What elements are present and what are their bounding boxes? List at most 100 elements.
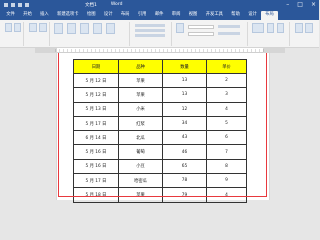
- minimize-icon[interactable]: –: [286, 1, 289, 8]
- tab-5[interactable]: 设计: [100, 11, 117, 20]
- delete-icon[interactable]: [54, 23, 63, 34]
- autosave-icon[interactable]: [4, 2, 8, 7]
- window-controls: – □ ×: [286, 1, 316, 8]
- table-cell[interactable]: 红浆: [118, 115, 163, 132]
- sort-icon[interactable]: [295, 23, 303, 33]
- table-row: 5 月 12 日苹果 13 2: [73, 72, 247, 89]
- table-cell[interactable]: 北瓜: [118, 130, 163, 146]
- insert-right-icon[interactable]: [106, 23, 115, 34]
- table-cell[interactable]: 5 月 13 日: [73, 101, 119, 117]
- table-cell[interactable]: 6 月 14 日: [73, 130, 119, 146]
- tab-2[interactable]: 插入: [36, 11, 53, 20]
- tab-4[interactable]: 绘图: [83, 11, 100, 20]
- ruler-left-margin: [35, 48, 57, 53]
- gridlines-icon[interactable]: [14, 23, 21, 32]
- header-date[interactable]: 日期: [73, 59, 119, 74]
- width-spin-input[interactable]: [188, 32, 214, 36]
- merge-cells-icon[interactable]: [135, 24, 165, 27]
- table-cell[interactable]: 5 月 12 日: [73, 72, 119, 89]
- cell-margins-icon[interactable]: [277, 23, 284, 33]
- ribbon-group-cell-size: [174, 22, 248, 46]
- tab-14[interactable]: 布局: [261, 11, 279, 20]
- save-icon[interactable]: [11, 2, 15, 7]
- table-cell[interactable]: 12: [162, 101, 207, 117]
- ribbon-group-alignment: [250, 22, 290, 46]
- maximize-icon[interactable]: □: [297, 1, 303, 8]
- ribbon-toolbar: [0, 20, 319, 48]
- tab-13[interactable]: 设计: [244, 11, 261, 20]
- table-row: 5 月 13 日小米 12 4: [73, 101, 247, 117]
- align-grid-icon[interactable]: [252, 23, 264, 33]
- ribbon-group-draw: [26, 22, 50, 46]
- table-cell[interactable]: 3: [206, 87, 247, 103]
- table-row: 6 月 14 日北瓜 43 6: [73, 130, 247, 146]
- table-cell[interactable]: 5 月 16 日: [73, 144, 119, 160]
- draw-table-icon[interactable]: [29, 23, 37, 32]
- autofit-icon[interactable]: [176, 23, 184, 33]
- select-icon[interactable]: [5, 23, 12, 32]
- distribute-rows-icon[interactable]: [218, 25, 240, 28]
- height-spin-input[interactable]: [188, 25, 214, 29]
- table-cell[interactable]: 5 月 17 日: [73, 173, 119, 189]
- insert-left-icon[interactable]: [93, 23, 102, 34]
- quick-access-toolbar: [4, 2, 29, 7]
- tab-1[interactable]: 开始: [19, 11, 36, 20]
- tab-8[interactable]: 邮件: [151, 11, 168, 20]
- table-cell[interactable]: 葡萄: [118, 144, 163, 160]
- table-cell[interactable]: 4: [206, 101, 247, 117]
- tab-9[interactable]: 审阅: [168, 11, 185, 20]
- table-cell[interactable]: 78: [162, 173, 207, 189]
- table-cell[interactable]: 6: [206, 130, 247, 146]
- table-cell[interactable]: 13: [162, 87, 207, 103]
- ribbon-tabs: 文件 开始 插入 新建选项卡 绘图 设计 布局 引用 邮件 审阅 视图 开发工具 帮助 设计 布局: [0, 9, 319, 20]
- table-cell[interactable]: 65: [162, 158, 207, 175]
- table-cell[interactable]: 7: [206, 144, 247, 160]
- table-cell[interactable]: 8: [206, 158, 247, 175]
- table-cell[interactable]: 13: [162, 72, 207, 89]
- header-unit-price[interactable]: 单价: [206, 59, 247, 74]
- table-cell[interactable]: 哈密瓜: [118, 173, 163, 189]
- header-variety[interactable]: 品种: [118, 59, 163, 74]
- tab-11[interactable]: 开发工具: [202, 11, 228, 20]
- table-cell[interactable]: 5 月 17 日: [73, 115, 119, 132]
- tab-6[interactable]: 布局: [117, 11, 134, 20]
- table-row: 5 月 16 日小豆 65 8: [73, 158, 247, 175]
- distribute-columns-icon[interactable]: [218, 32, 240, 35]
- insert-below-icon[interactable]: [80, 23, 89, 34]
- table-cell[interactable]: 苹果: [118, 72, 163, 89]
- undo-icon[interactable]: [18, 2, 22, 7]
- table-cell[interactable]: 小豆: [118, 158, 163, 175]
- table-cell[interactable]: 43: [162, 130, 207, 146]
- formula-icon[interactable]: [305, 23, 313, 33]
- page-border-right-marker: [266, 53, 267, 197]
- insert-above-icon[interactable]: [67, 23, 76, 34]
- table-cell[interactable]: 5 月 16 日: [73, 158, 119, 175]
- tab-0[interactable]: 文件: [2, 11, 19, 20]
- tab-3[interactable]: 新建选项卡: [53, 11, 83, 20]
- ribbon-group-table: [2, 22, 24, 46]
- close-icon[interactable]: ×: [311, 1, 316, 8]
- table-row: 5 月 17 日哈密瓜 78 9: [73, 173, 247, 189]
- split-cells-icon[interactable]: [135, 29, 165, 32]
- eraser-icon[interactable]: [39, 23, 47, 32]
- split-table-icon[interactable]: [135, 34, 165, 37]
- tab-10[interactable]: 视图: [185, 11, 202, 20]
- table-cell[interactable]: 46: [162, 144, 207, 160]
- header-quantity[interactable]: 数量: [162, 59, 207, 74]
- table-cell[interactable]: 5: [206, 115, 247, 132]
- table-cell[interactable]: 小米: [118, 101, 163, 117]
- table-cell[interactable]: 34: [162, 115, 207, 132]
- table-row: 5 月 12 日苹果 13 3: [73, 87, 247, 103]
- title-bar: 文档1 Word – □ ×: [0, 0, 319, 9]
- table-cell[interactable]: 苹果: [118, 87, 163, 103]
- table-header-row: 日期 品种 数量 单价: [73, 59, 247, 74]
- table-row: 5 月 16 日葡萄 46 7: [73, 144, 247, 160]
- table-cell[interactable]: 2: [206, 72, 247, 89]
- data-table[interactable]: 日期 品种 数量 单价 5 月 12 日苹果 13 2 5 月 12 日苹果 13 3 5 …: [73, 59, 247, 203]
- table-cell[interactable]: 5 月 12 日: [73, 87, 119, 103]
- redo-icon[interactable]: [25, 2, 29, 7]
- tab-7[interactable]: 引用: [134, 11, 151, 20]
- tab-12[interactable]: 帮助: [227, 11, 244, 20]
- table-cell[interactable]: 9: [206, 173, 247, 189]
- text-direction-icon[interactable]: [267, 23, 274, 33]
